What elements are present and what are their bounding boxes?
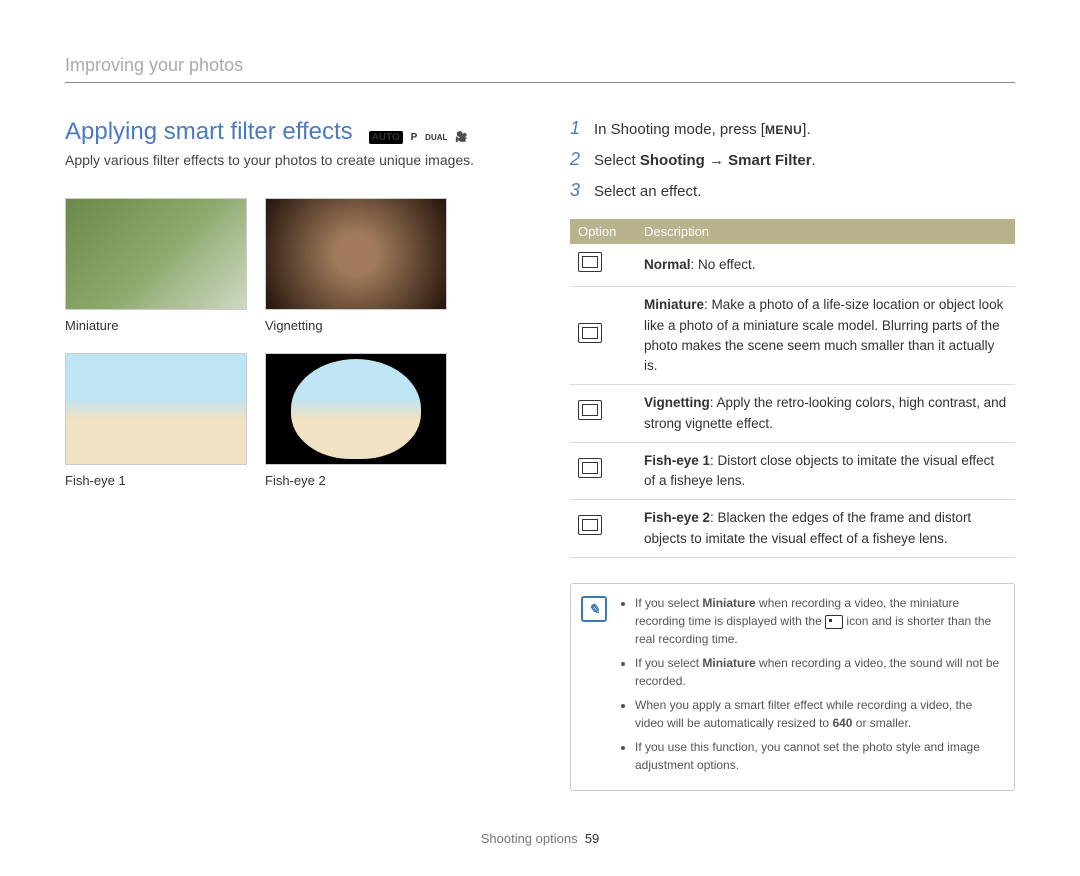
mode-auto-icon: AUTO — [369, 131, 403, 144]
mode-video-icon: 🎥 — [455, 132, 467, 143]
footer-section: Shooting options — [481, 831, 578, 846]
options-table: Option Description Normal: No effect. Mi… — [570, 219, 1015, 558]
recording-icon — [825, 615, 843, 629]
note-box: ✎ If you select Miniature when recording… — [570, 583, 1015, 791]
breadcrumb: Improving your photos — [65, 55, 1015, 83]
table-row: Fish-eye 2: Blacken the edges of the fra… — [570, 500, 1015, 558]
menu-badge: MENU — [765, 123, 802, 137]
mode-icons: AUTO P DUAL 🎥 — [367, 127, 470, 144]
mode-p-icon: P — [411, 132, 418, 143]
intro-text: Apply various filter effects to your pho… — [65, 152, 510, 168]
table-header-option: Option — [570, 219, 636, 244]
table-row: Normal: No effect. — [570, 244, 1015, 287]
mode-dual-icon: DUAL — [425, 133, 447, 142]
thumb-miniature: Miniature — [65, 198, 245, 333]
step-number: 2 — [570, 149, 594, 170]
thumb-caption: Fish-eye 1 — [65, 473, 245, 488]
steps-list: 1 In Shooting mode, press [MENU]. 2 Sele… — [570, 118, 1015, 201]
option-icon — [578, 400, 602, 420]
option-icon — [578, 252, 602, 272]
note-item: When you apply a smart filter effect whi… — [635, 696, 1000, 732]
step-number: 1 — [570, 118, 594, 139]
thumb-miniature-image — [65, 198, 247, 310]
thumbnail-grid: Miniature Vignetting Fish-eye 1 Fish-eye… — [65, 198, 510, 488]
step-text: Select an effect. — [594, 183, 701, 200]
table-header-description: Description — [636, 219, 1015, 244]
thumb-fisheye1-image — [65, 353, 247, 465]
step-item: 2 Select Shooting → Smart Filter. — [570, 149, 1015, 170]
page-footer: Shooting options 59 — [65, 831, 1015, 846]
note-info-icon: ✎ — [581, 596, 607, 622]
footer-page-number: 59 — [585, 831, 599, 846]
option-icon — [578, 323, 602, 343]
right-column: 1 In Shooting mode, press [MENU]. 2 Sele… — [570, 118, 1015, 791]
option-icon — [578, 458, 602, 478]
step-text: Select Shooting → Smart Filter. — [594, 152, 816, 169]
table-row: Miniature: Make a photo of a life-size l… — [570, 287, 1015, 385]
step-item: 3 Select an effect. — [570, 180, 1015, 201]
note-item: If you use this function, you cannot set… — [635, 738, 1000, 774]
thumb-caption: Fish-eye 2 — [265, 473, 445, 488]
step-item: 1 In Shooting mode, press [MENU]. — [570, 118, 1015, 139]
thumb-fisheye1: Fish-eye 1 — [65, 353, 245, 488]
table-row: Vignetting: Apply the retro-looking colo… — [570, 385, 1015, 443]
note-item: If you select Miniature when recording a… — [635, 594, 1000, 648]
thumb-caption: Vignetting — [265, 318, 445, 333]
thumb-fisheye2-image — [265, 353, 447, 465]
left-column: Applying smart filter effects AUTO P DUA… — [65, 118, 510, 791]
thumb-caption: Miniature — [65, 318, 245, 333]
option-icon — [578, 515, 602, 535]
step-text: In Shooting mode, press [MENU]. — [594, 121, 811, 138]
thumb-vignetting: Vignetting — [265, 198, 445, 333]
thumb-fisheye2: Fish-eye 2 — [265, 353, 445, 488]
table-row: Fish-eye 1: Distort close objects to imi… — [570, 442, 1015, 500]
thumb-vignetting-image — [265, 198, 447, 310]
section-title: Applying smart filter effects — [65, 118, 353, 146]
step-number: 3 — [570, 180, 594, 201]
note-item: If you select Miniature when recording a… — [635, 654, 1000, 690]
